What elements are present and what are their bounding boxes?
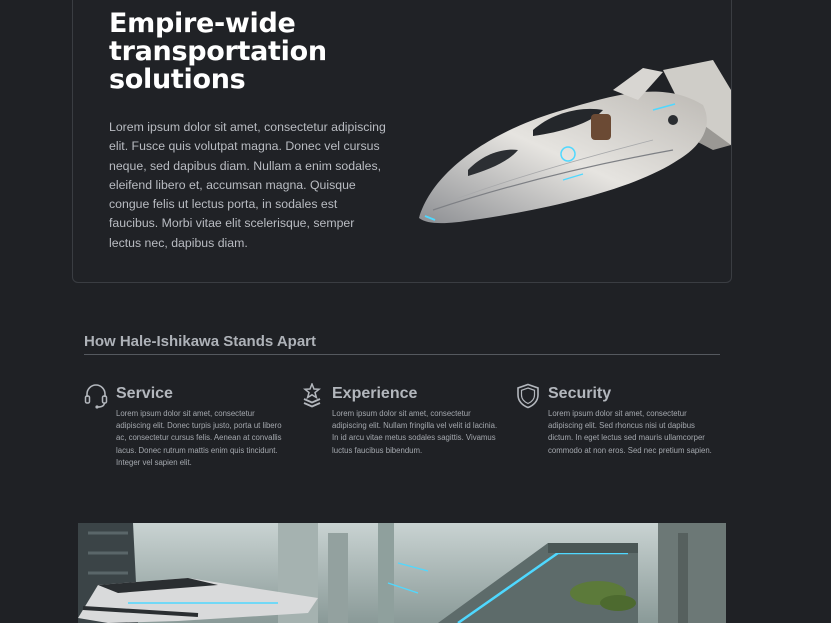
- hero-title: Empire-wide transportation solutions: [109, 8, 327, 95]
- hero-card: Empire-wide transportation solutions Lor…: [72, 0, 732, 283]
- hero-description: Lorem ipsum dolor sit amet, consectetur …: [109, 120, 386, 250]
- feature-description: Lorem ipsum dolor sit amet, consectetur …: [548, 409, 712, 455]
- feature-description: Lorem ipsum dolor sit amet, consectetur …: [116, 409, 282, 467]
- spaceship-image: [419, 60, 731, 224]
- feature-description: Lorem ipsum dolor sit amet, consectetur …: [332, 409, 498, 455]
- medal-icon: [303, 383, 321, 408]
- section-heading: How Hale-Ishikawa Stands Apart: [84, 333, 720, 355]
- feature-title: Service: [116, 385, 173, 402]
- futuristic-city-image: [78, 523, 726, 623]
- shield-check-icon: [517, 383, 539, 409]
- feature-title: Security: [548, 385, 612, 402]
- feature-title: Experience: [332, 385, 418, 402]
- headset-icon: [84, 384, 108, 409]
